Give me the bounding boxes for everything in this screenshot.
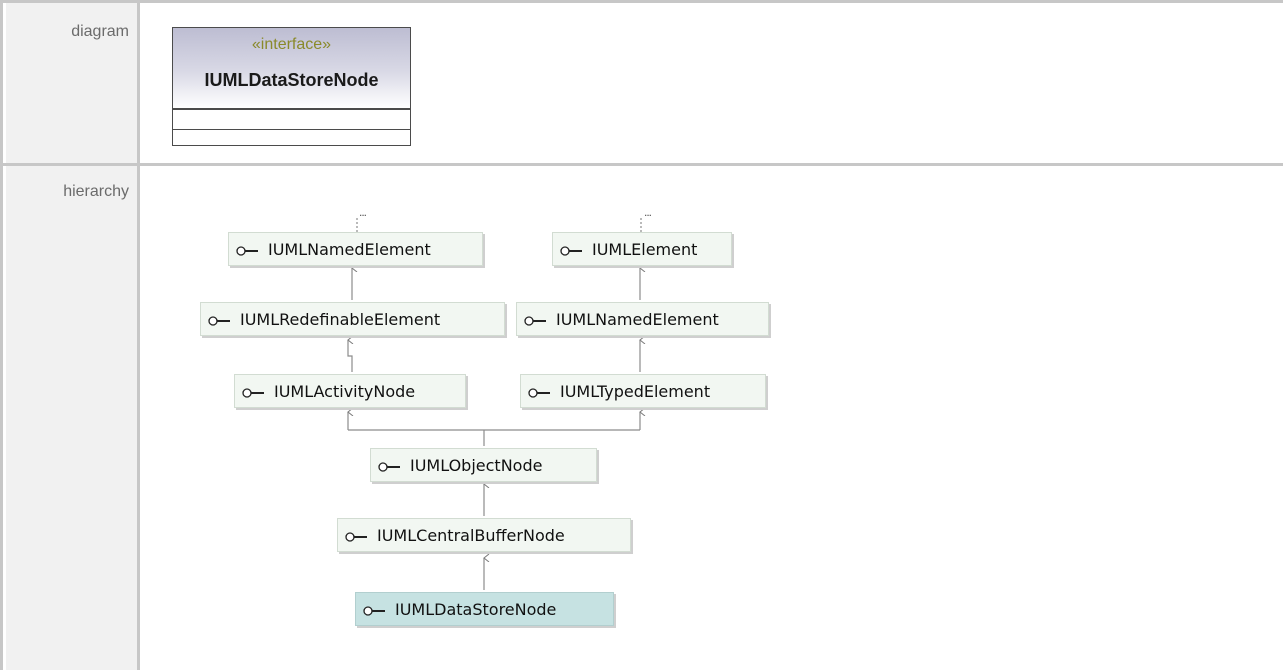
node-iumlelement[interactable]: IUMLElement — [552, 232, 732, 266]
node-label: IUMLElement — [592, 240, 698, 259]
node-iumlnamedelement-top[interactable]: IUMLNamedElement — [228, 232, 483, 266]
node-iumlcentralbuffernode[interactable]: IUMLCentralBufferNode — [337, 518, 631, 552]
interface-lollipop-icon — [208, 316, 230, 326]
node-label: IUMLObjectNode — [410, 456, 543, 475]
node-label: IUMLNamedElement — [556, 310, 719, 329]
node-label: IUMLTypedElement — [560, 382, 711, 401]
interface-lollipop-icon — [378, 462, 400, 472]
node-label: IUMLRedefinableElement — [240, 310, 441, 329]
interface-lollipop-icon — [528, 388, 550, 398]
connector-activity-to-redefinable — [348, 340, 352, 372]
node-iumltypedelement[interactable]: IUMLTypedElement — [520, 374, 766, 408]
interface-lollipop-icon — [345, 532, 367, 542]
node-label: IUMLNamedElement — [268, 240, 431, 259]
node-iumlobjectnode[interactable]: IUMLObjectNode — [370, 448, 597, 482]
node-iumlactivitynode[interactable]: IUMLActivityNode — [234, 374, 466, 408]
interface-lollipop-icon — [242, 388, 264, 398]
node-iumlnamedelement-right[interactable]: IUMLNamedElement — [516, 302, 769, 336]
ellipsis-right: ... — [644, 205, 652, 219]
interface-lollipop-icon — [363, 606, 385, 616]
node-label: IUMLDataStoreNode — [395, 600, 557, 619]
interface-lollipop-icon — [524, 316, 546, 326]
interface-lollipop-icon — [560, 246, 582, 256]
node-label: IUMLCentralBufferNode — [377, 526, 565, 545]
ellipsis-left: ... — [359, 205, 367, 219]
interface-lollipop-icon — [236, 246, 258, 256]
node-iumlredefinableelement[interactable]: IUMLRedefinableElement — [200, 302, 505, 336]
node-iumldatastorenode-current[interactable]: IUMLDataStoreNode — [355, 592, 614, 626]
node-label: IUMLActivityNode — [274, 382, 416, 401]
